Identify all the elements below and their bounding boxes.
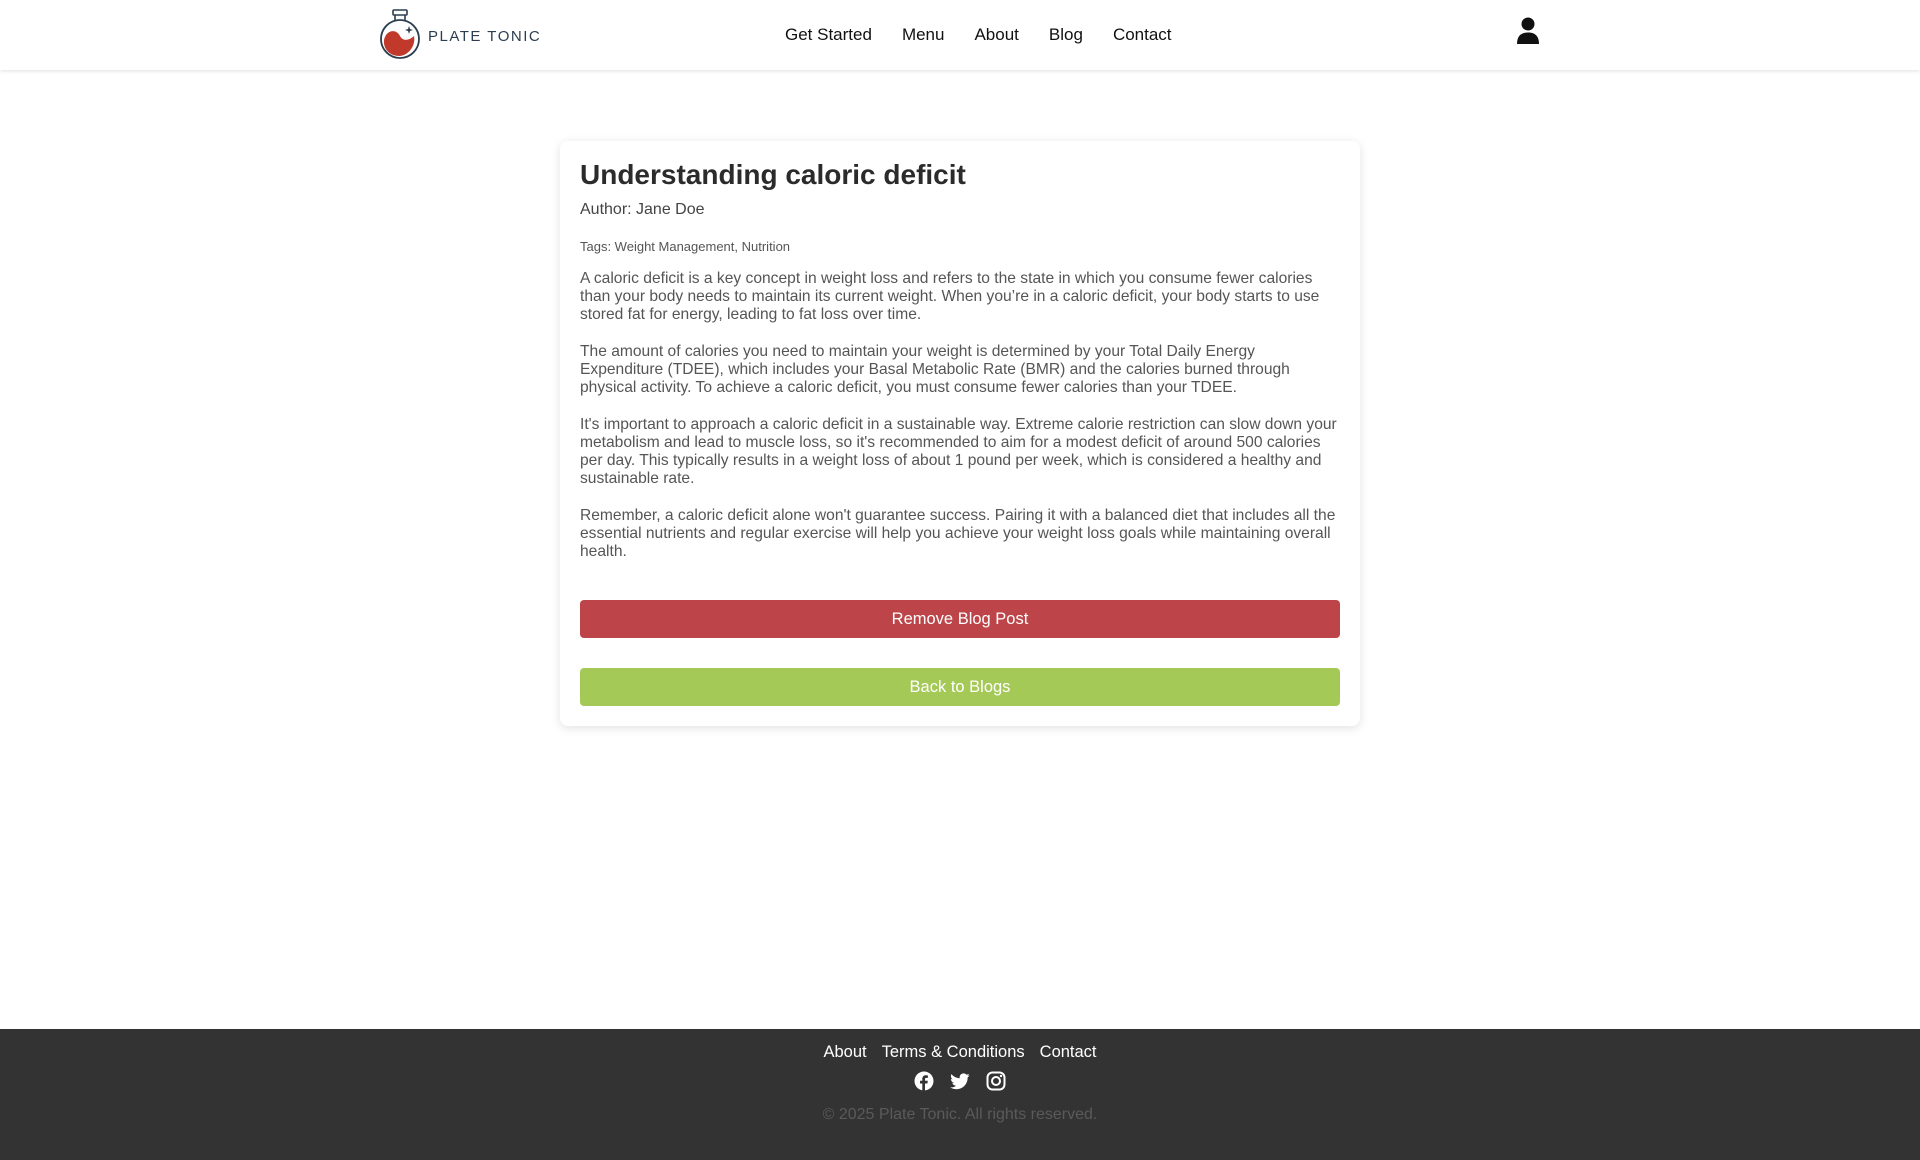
remove-blog-post-button[interactable]: Remove Blog Post <box>580 600 1340 638</box>
twitter-icon[interactable] <box>950 1071 970 1091</box>
post-author: Author: Jane Doe <box>580 201 705 218</box>
nav-blog[interactable]: Blog <box>1034 25 1098 45</box>
post-paragraph: A caloric deficit is a key concept in we… <box>580 270 1320 323</box>
back-to-blogs-button[interactable]: Back to Blogs <box>580 668 1340 706</box>
post-paragraph: The amount of calories you need to maint… <box>580 343 1290 396</box>
post-tags: Tags: Weight Management, Nutrition <box>580 239 791 254</box>
copyright-text: © 2025 Plate Tonic. All rights reserved. <box>822 1106 1098 1123</box>
main-nav: Get Started Menu About Blog Contact <box>770 0 1187 70</box>
footer-link-terms[interactable]: Terms & Conditions <box>882 1043 1025 1062</box>
instagram-icon[interactable] <box>986 1071 1006 1091</box>
brand-logo[interactable]: PLATE TONIC <box>378 6 541 60</box>
nav-contact[interactable]: Contact <box>1098 25 1187 45</box>
footer-links: About Terms & Conditions Contact <box>0 1043 1920 1062</box>
post-paragraph: Remember, a caloric deficit alone won't … <box>580 507 1336 560</box>
site-footer: About Terms & Conditions Contact © 2025 … <box>0 1029 1920 1160</box>
facebook-icon[interactable] <box>914 1071 934 1091</box>
nav-menu[interactable]: Menu <box>887 25 960 45</box>
post-paragraph: It's important to approach a caloric def… <box>580 416 1337 487</box>
user-icon[interactable] <box>1516 17 1540 45</box>
blog-post-card: Understanding caloric deficit Author: Ja… <box>560 141 1360 726</box>
nav-about[interactable]: About <box>959 25 1033 45</box>
social-links <box>0 1071 1920 1091</box>
brand-name: PLATE TONIC <box>428 27 542 45</box>
post-title: Understanding caloric deficit <box>580 159 966 190</box>
footer-link-about[interactable]: About <box>823 1043 866 1062</box>
nav-get-started[interactable]: Get Started <box>770 25 887 45</box>
flask-logo-icon <box>380 9 420 59</box>
footer-link-contact[interactable]: Contact <box>1040 1043 1097 1062</box>
site-header: PLATE TONIC Get Started Menu About Blog … <box>0 0 1920 70</box>
